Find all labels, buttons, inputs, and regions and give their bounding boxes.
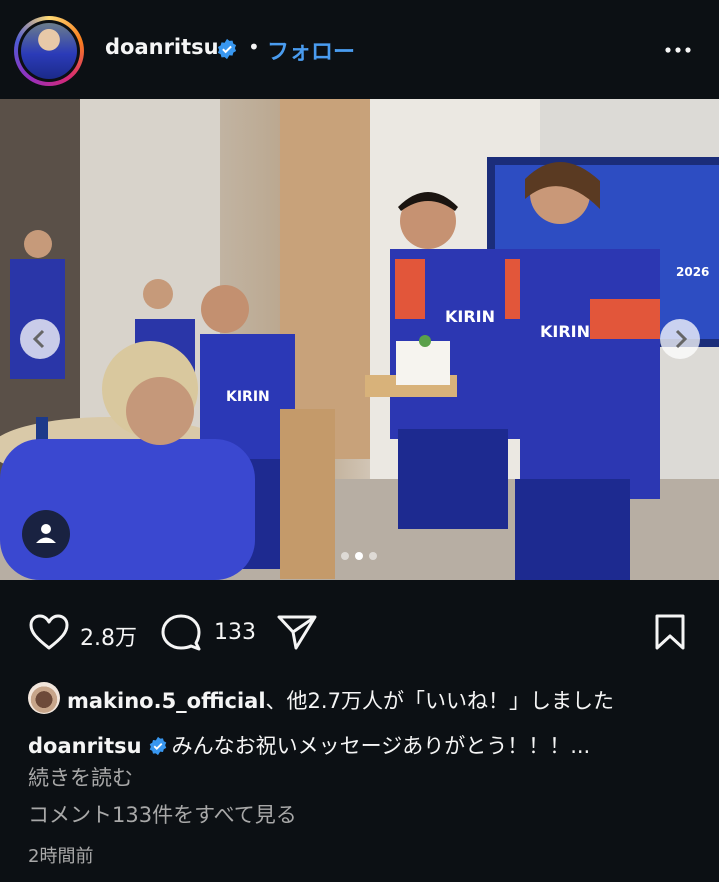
likes-summary[interactable]: makino.5_official、他2.7万人が「いいね！」しました	[28, 681, 708, 715]
carousel-indicator	[338, 545, 380, 564]
read-more-link[interactable]: 続きを読む	[28, 762, 133, 792]
verified-badge-icon	[217, 38, 237, 60]
liker-username[interactable]: makino.5_official	[67, 689, 266, 713]
caption: doanritsu みんなお祝いメッセージありがとう！！！...	[28, 730, 708, 762]
post-header: doanritsu • フォロー	[0, 0, 719, 99]
liker-avatar[interactable]	[28, 682, 60, 714]
comment-icon[interactable]	[160, 613, 202, 651]
verified-badge-icon	[149, 736, 166, 756]
separator-dot: •	[248, 35, 260, 59]
follow-button[interactable]: フォロー	[267, 34, 355, 66]
carousel-prev-button[interactable]	[20, 319, 60, 359]
caption-username[interactable]: doanritsu	[28, 734, 142, 758]
photo-illustration: 2026 KIRIN KIRIN KIRIN	[0, 99, 719, 580]
view-comments-link[interactable]: コメント133件をすべて見る	[28, 799, 297, 829]
carousel-dot	[341, 552, 349, 560]
person-icon	[36, 524, 56, 543]
action-bar: 2.8万 133	[0, 600, 719, 664]
bookmark-icon[interactable]	[652, 613, 688, 651]
post-timestamp: 2時間前	[28, 846, 94, 867]
header-username[interactable]: doanritsu	[105, 35, 219, 59]
more-options-icon[interactable]	[664, 38, 692, 62]
carousel-next-button[interactable]	[660, 319, 700, 359]
tv-text: 2026	[676, 265, 709, 279]
likes-text: 、他2.7万人が「いいね！」しました	[265, 689, 614, 713]
carousel-dot-active	[355, 552, 363, 560]
jersey-text-2: KIRIN	[445, 307, 495, 326]
like-count[interactable]: 2.8万	[80, 620, 137, 652]
comment-count[interactable]: 133	[214, 620, 256, 645]
carousel-dot	[369, 552, 377, 560]
caption-text: みんなお祝いメッセージありがとう！！！...	[171, 734, 591, 758]
tagged-people-button[interactable]	[22, 510, 70, 558]
jersey-text-1: KIRIN	[226, 389, 270, 405]
jersey-text-3: KIRIN	[540, 322, 590, 341]
share-icon[interactable]	[276, 613, 318, 651]
post-photo[interactable]: 2026 KIRIN KIRIN KIRIN	[0, 99, 719, 580]
heart-icon[interactable]	[28, 613, 70, 651]
profile-avatar[interactable]	[14, 16, 84, 86]
